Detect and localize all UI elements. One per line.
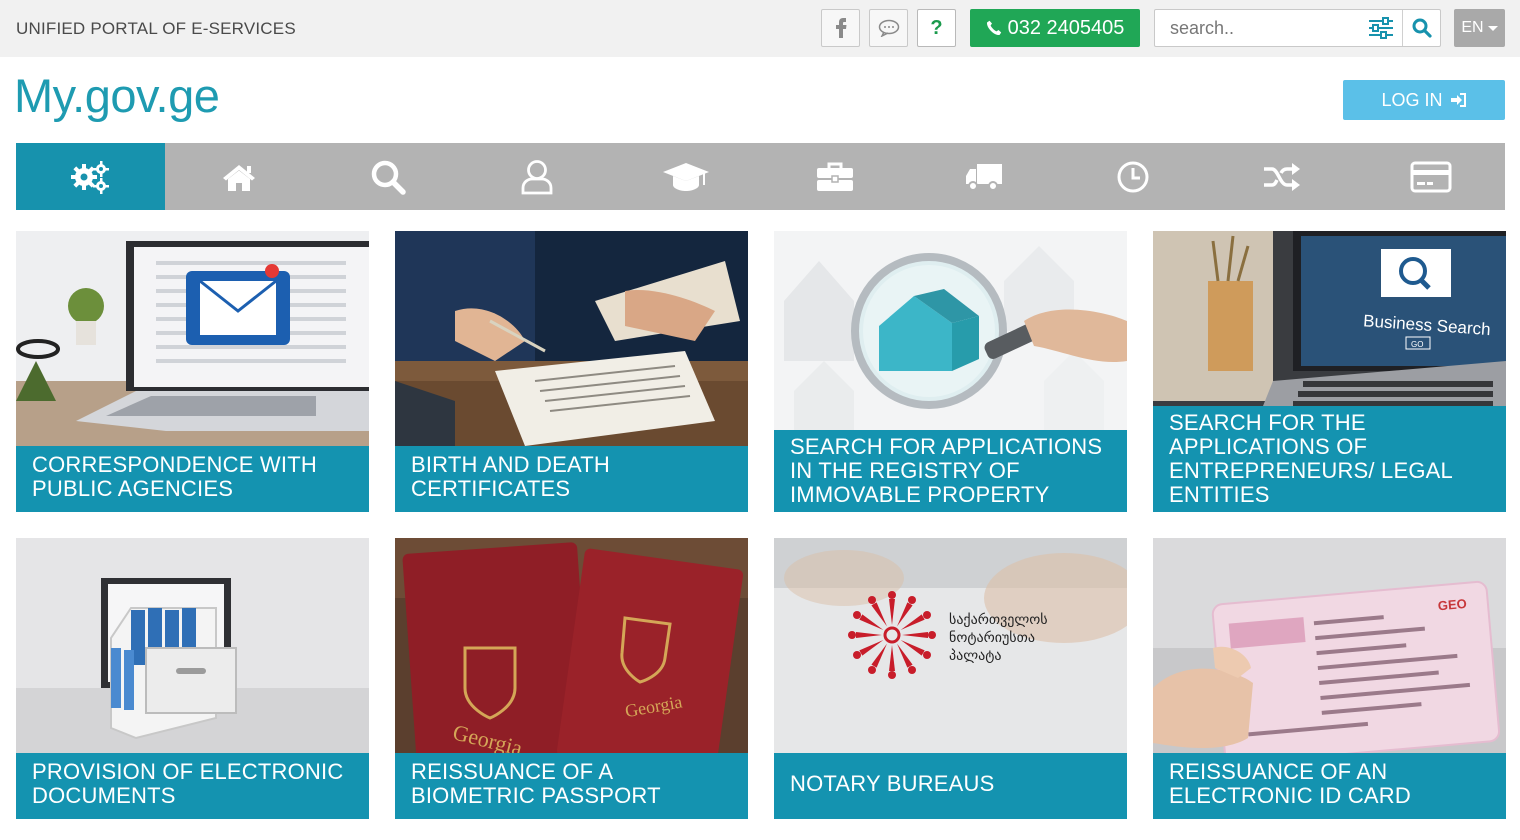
card-title: NOTARY BUREAUS	[774, 753, 1127, 819]
user-icon	[521, 159, 553, 194]
nav-payments[interactable]	[1356, 143, 1505, 210]
nav-all-services[interactable]	[16, 143, 165, 210]
phone-icon	[986, 20, 1001, 36]
chat-button[interactable]	[869, 9, 908, 47]
sliders-icon	[1369, 17, 1393, 39]
service-card-correspondence[interactable]: CORRESPONDENCE WITH PUBLIC AGENCIES	[16, 231, 369, 512]
search-icon	[1412, 18, 1432, 38]
truck-icon	[965, 163, 1002, 191]
phone-number: 032 2405405	[1007, 16, 1125, 39]
service-card-immovable-property[interactable]: SEARCH FOR APPLICATIONS IN THE REGISTRY …	[774, 231, 1127, 512]
help-button[interactable]: ?	[917, 9, 956, 47]
portal-title: UNIFIED PORTAL OF E-SERVICES	[16, 19, 296, 38]
gears-icon	[71, 160, 110, 194]
service-card-certificates[interactable]: BIRTH AND DEATH CERTIFICATES	[395, 231, 748, 512]
nav-search[interactable]	[314, 143, 463, 210]
help-icon: ?	[930, 16, 943, 39]
nav-citizen[interactable]	[463, 143, 612, 210]
card-title: BIRTH AND DEATH CERTIFICATES	[395, 446, 748, 512]
nav-random[interactable]	[1207, 143, 1356, 210]
top-bar: UNIFIED PORTAL OF E-SERVICES ? 032 24054…	[0, 0, 1520, 57]
service-card-electronic-documents[interactable]: PROVISION OF ELECTRONIC DOCUMENTS	[16, 538, 369, 819]
nav-business[interactable]	[761, 143, 910, 210]
service-card-biometric-passport[interactable]: Georgia Georgia REISSUANCE OF A BIOMETRI…	[395, 538, 748, 819]
card-title: SEARCH FOR APPLICATIONS IN THE REGISTRY …	[774, 430, 1127, 512]
phone-button[interactable]: 032 2405405	[970, 9, 1140, 47]
language-selector[interactable]: EN	[1454, 9, 1505, 47]
card-title: CORRESPONDENCE WITH PUBLIC AGENCIES	[16, 446, 369, 512]
login-label: LOG IN	[1381, 89, 1443, 110]
credit-card-icon	[1410, 161, 1452, 192]
language-label: EN	[1461, 19, 1484, 36]
graduation-cap-icon	[663, 162, 710, 191]
card-title: REISSUANCE OF AN ELECTRONIC ID CARD	[1153, 753, 1506, 819]
filter-button[interactable]	[1362, 10, 1400, 46]
notary-line-1: საქართველოს	[949, 611, 1048, 628]
search-button[interactable]	[1402, 10, 1440, 46]
chat-icon	[878, 19, 899, 37]
site-logo[interactable]: My.gov.ge	[14, 68, 220, 123]
nav-history[interactable]	[1058, 143, 1207, 210]
caret-down-icon	[1487, 25, 1498, 31]
service-card-id-card[interactable]: GEO REISSUANCE OF AN ELECTRONIC ID CARD	[1153, 538, 1506, 819]
sign-in-icon	[1450, 93, 1466, 107]
category-nav	[16, 143, 1505, 210]
search-box	[1154, 9, 1441, 47]
notary-line-2: ნოტარიუსთა	[949, 629, 1035, 646]
facebook-icon	[835, 18, 846, 38]
search-icon	[372, 160, 407, 195]
id-card-code: GEO	[1437, 596, 1467, 613]
home-icon	[223, 164, 256, 191]
random-icon	[1263, 162, 1300, 191]
facebook-button[interactable]	[821, 9, 860, 47]
service-card-entrepreneurs[interactable]: Business Search GO SEARCH FOR THE APPLIC…	[1153, 231, 1506, 512]
search-input[interactable]	[1155, 10, 1360, 46]
nav-home[interactable]	[165, 143, 314, 210]
clock-icon	[1117, 161, 1149, 192]
business-go-text: GO	[1411, 340, 1423, 349]
login-button[interactable]: LOG IN	[1343, 80, 1505, 120]
nav-education[interactable]	[612, 143, 761, 210]
card-title: REISSUANCE OF A BIOMETRIC PASSPORT	[395, 753, 748, 819]
notary-line-3: პალატა	[949, 648, 1002, 664]
card-title: SEARCH FOR THE APPLICATIONS OF ENTREPREN…	[1153, 406, 1506, 512]
card-title: PROVISION OF ELECTRONIC DOCUMENTS	[16, 753, 369, 819]
nav-transport[interactable]	[909, 143, 1058, 210]
briefcase-icon	[816, 162, 853, 191]
service-card-notary[interactable]: საქართველოს ნოტარიუსთა პალატა NOTARY BUR…	[774, 538, 1127, 819]
